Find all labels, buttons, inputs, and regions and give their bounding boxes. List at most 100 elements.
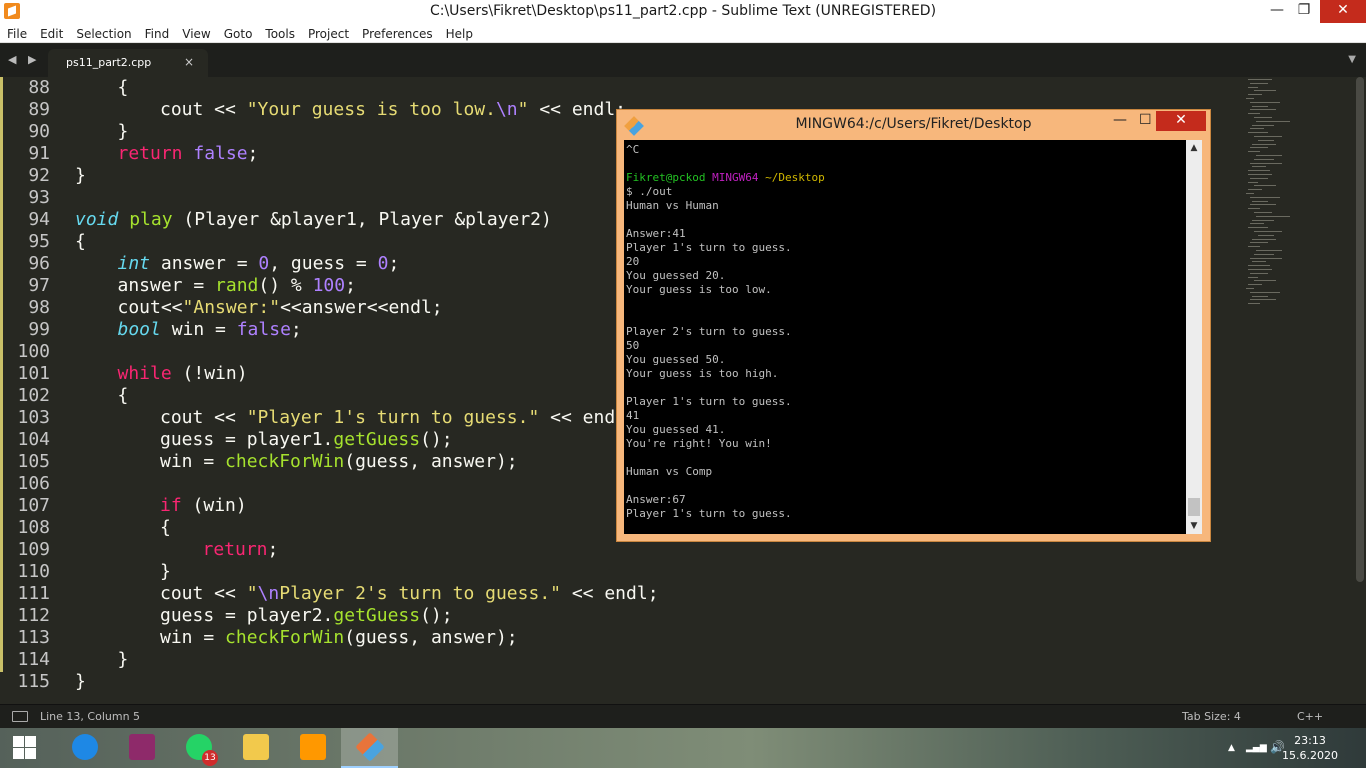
code-line[interactable]: 113 win = checkForWin(guess, answer);	[0, 627, 1240, 649]
terminal-text: Your guess is too low.	[626, 283, 772, 296]
panel-toggle-icon[interactable]	[12, 711, 28, 722]
terminal-line: Your guess is too low.	[626, 283, 772, 297]
taskbar: 13 ▲ ▂▄▆ 🔊 23:13 15.6.2020	[0, 728, 1366, 768]
maximize-button[interactable]: ❐	[1289, 0, 1319, 23]
code-text: cout << "\nPlayer 2's turn to guess." <<…	[160, 583, 659, 605]
cursor-position: Line 13, Column 5	[40, 710, 141, 723]
code-line[interactable]: 88 {	[0, 77, 1240, 99]
tab-size-selector[interactable]: Tab Size: 4	[1182, 710, 1241, 723]
terminal-text: You guessed 50.	[626, 353, 726, 366]
terminal-minimize-button[interactable]: —	[1113, 112, 1127, 128]
code-token: << endl;	[528, 99, 627, 120]
tab-list-dropdown-icon[interactable]: ▼	[1348, 54, 1356, 65]
line-number: 88	[28, 77, 50, 98]
terminal-scrollbar[interactable]: ▲ ▼	[1186, 140, 1202, 534]
window-title-bar: C:\Users\Fikret\Desktop\ps11_part2.cpp -…	[0, 0, 1366, 23]
file-explorer-app-button[interactable]	[227, 728, 284, 768]
clock[interactable]: 23:13 15.6.2020	[1282, 733, 1338, 763]
minimap-line	[1252, 200, 1268, 202]
menu-preferences[interactable]: Preferences	[355, 25, 439, 41]
editor-scrollbar[interactable]	[1354, 77, 1366, 704]
line-number: 101	[17, 363, 50, 384]
code-token: void	[75, 209, 119, 230]
code-token: 100	[312, 275, 346, 296]
code-token: checkForWin	[225, 627, 345, 648]
code-token: cout <<	[160, 583, 247, 604]
scroll-up-arrow-icon[interactable]: ▲	[1186, 140, 1202, 156]
code-token: \n	[495, 99, 518, 120]
menu-help[interactable]: Help	[439, 25, 479, 41]
menu-file[interactable]: File	[0, 25, 33, 41]
code-line[interactable]: 112 guess = player2.getGuess();	[0, 605, 1240, 627]
code-token: win =	[160, 451, 226, 472]
minimap-line	[1254, 158, 1274, 160]
minimap-line	[1248, 269, 1272, 270]
code-token: (win)	[181, 495, 247, 516]
code-line[interactable]: 115}	[0, 671, 1240, 693]
line-number: 107	[17, 495, 50, 516]
terminal-maximize-button[interactable]: ☐	[1139, 112, 1152, 128]
terminal-text: Human vs Human	[626, 199, 719, 212]
minimap-line	[1254, 231, 1282, 232]
tab-close-icon[interactable]: ×	[184, 55, 194, 69]
terminal-text: 20	[626, 255, 640, 268]
code-line[interactable]: 110}	[0, 561, 1240, 583]
code-text: bool win = false;	[118, 319, 302, 341]
minimap-line	[1250, 82, 1268, 84]
terminal-close-button[interactable]: ✕	[1156, 111, 1206, 131]
close-button[interactable]: ✕	[1320, 0, 1366, 23]
code-line[interactable]: 109 return;	[0, 539, 1240, 561]
line-number: 93	[28, 187, 50, 208]
mingw64-terminal-window[interactable]: MINGW64:/c/Users/Fikret/Desktop — ☐ ✕ ^C…	[616, 109, 1211, 542]
menu-selection[interactable]: Selection	[69, 25, 137, 41]
terminal-text: Player 2's turn to guess.	[626, 325, 792, 338]
editor-scrollbar-thumb[interactable]	[1356, 77, 1364, 582]
code-token: cout <<	[160, 407, 247, 428]
git-bash-icon	[355, 732, 385, 762]
minimap-line	[1248, 276, 1258, 278]
minimize-button[interactable]: —	[1262, 0, 1292, 23]
code-token: \n	[257, 583, 280, 604]
minimap-line	[1256, 215, 1290, 217]
minimap-line	[1252, 124, 1274, 126]
window-title: C:\Users\Fikret\Desktop\ps11_part2.cpp -…	[429, 3, 937, 19]
line-number: 99	[28, 319, 50, 340]
code-text: }	[118, 649, 129, 671]
show-hidden-icons-icon[interactable]: ▲	[1228, 743, 1235, 753]
terminal-text: 50	[626, 339, 640, 352]
terminal-scrollbar-thumb[interactable]	[1188, 498, 1200, 516]
code-token: Player 2's turn to guess."	[279, 583, 561, 604]
network-icon[interactable]: ▂▄▆	[1246, 743, 1267, 753]
code-text: if (win)	[160, 495, 247, 517]
menu-tools[interactable]: Tools	[258, 25, 301, 41]
tab-ps11-part2-cpp[interactable]: ps11_part2.cpp ×	[48, 49, 208, 77]
menu-view[interactable]: View	[175, 25, 216, 41]
menu-project[interactable]: Project	[301, 25, 355, 41]
minimap-line	[1254, 136, 1282, 137]
minimap-line	[1250, 109, 1276, 111]
syntax-selector[interactable]: C++	[1297, 710, 1323, 723]
code-token: bool	[117, 319, 161, 340]
scroll-down-arrow-icon[interactable]: ▼	[1186, 518, 1202, 534]
sublime-text-app-button[interactable]	[284, 728, 341, 768]
minimap-line	[1252, 105, 1268, 107]
menu-edit[interactable]: Edit	[33, 25, 69, 41]
code-token: (!win)	[171, 363, 248, 384]
terminal-output[interactable]: ^C Fikret@pckod MINGW64 ~/Desktop $ ./out H…	[624, 140, 1202, 534]
edge-app-button[interactable]	[56, 728, 113, 768]
code-line[interactable]: 114}	[0, 649, 1240, 671]
tab-navigation-arrows[interactable]: ◀ ▶	[8, 53, 40, 66]
minimap-line	[1254, 212, 1272, 213]
git-bash-app-button[interactable]	[341, 728, 398, 768]
edge-icon	[72, 734, 98, 760]
menu-goto[interactable]: Goto	[217, 25, 259, 41]
minimap[interactable]	[1240, 77, 1354, 704]
terminal-text: $ ./out	[626, 185, 673, 198]
code-line[interactable]: 111 cout << "\nPlayer 2's turn to guess."…	[0, 583, 1240, 605]
start-button[interactable]	[0, 728, 50, 768]
menu-find[interactable]: Find	[138, 25, 176, 41]
minimap-line	[1250, 223, 1264, 225]
whatsapp-app-button[interactable]: 13	[170, 728, 227, 768]
winrar-app-button[interactable]	[113, 728, 170, 768]
minimap-line	[1252, 238, 1276, 240]
